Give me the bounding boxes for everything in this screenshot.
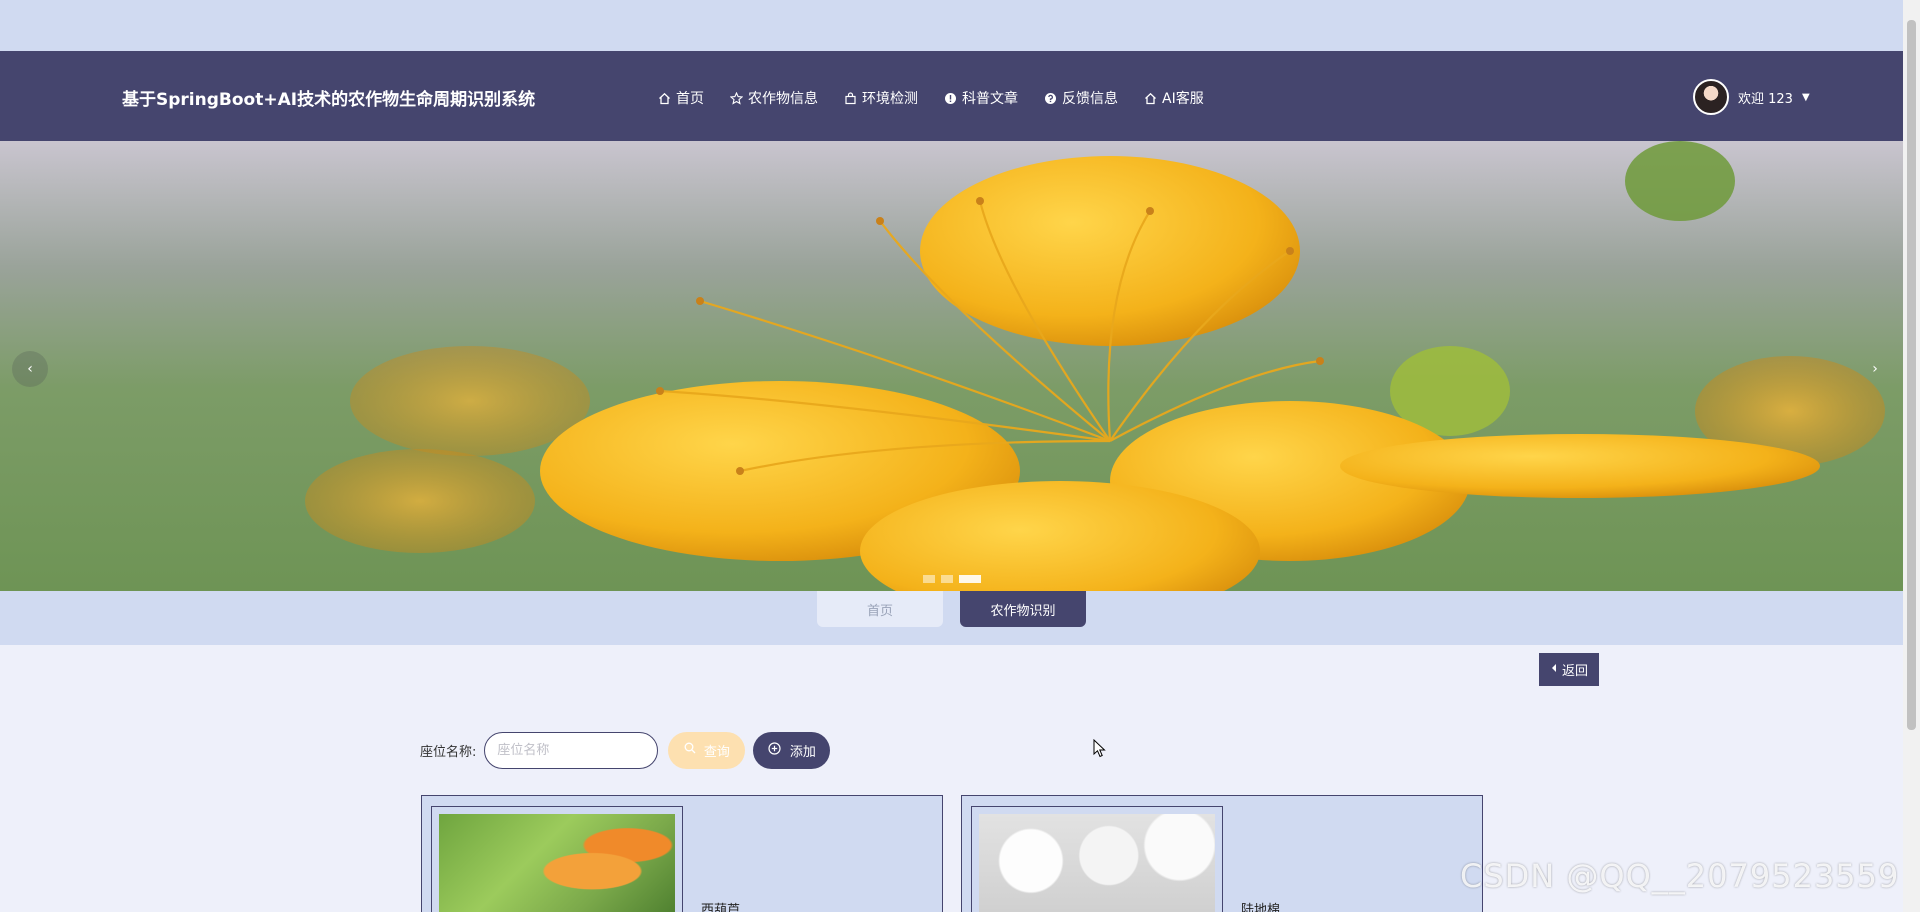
- nav-item-home[interactable]: 首页: [658, 88, 704, 108]
- crop-image: [979, 814, 1215, 912]
- caret-down-icon[interactable]: ▼: [1802, 92, 1810, 103]
- home-icon: [1144, 92, 1157, 105]
- hero-carousel: ‹ ›: [0, 141, 1903, 591]
- carousel-indicators: [923, 575, 981, 583]
- nav-item-label: 反馈信息: [1062, 91, 1118, 107]
- nav-item-ai-service[interactable]: AI客服: [1144, 88, 1204, 108]
- nav-item-articles[interactable]: 科普文章: [944, 88, 1018, 108]
- caret-left-icon: [1550, 662, 1558, 677]
- bag-icon: [844, 91, 857, 105]
- carousel-next-button[interactable]: ›: [1857, 351, 1893, 387]
- carousel-dot-active[interactable]: [959, 575, 981, 583]
- search-label: 座位名称:: [420, 744, 477, 760]
- carousel-dot[interactable]: [923, 575, 935, 583]
- back-button-label: 返回: [1561, 664, 1588, 679]
- tabs-band: 首页 农作物识别: [0, 591, 1903, 645]
- help-icon: [1044, 92, 1057, 105]
- info-icon: [944, 92, 957, 105]
- query-button-label: 查询: [703, 744, 730, 760]
- tab-home[interactable]: 首页: [817, 591, 943, 627]
- vertical-scrollbar[interactable]: [1903, 0, 1920, 912]
- mouse-cursor-icon: [1093, 738, 1107, 763]
- crop-image-frame: [971, 806, 1223, 912]
- crop-name: 陆地棉: [1241, 903, 1281, 912]
- query-button[interactable]: 查询: [668, 731, 746, 769]
- nav-item-label: 首页: [676, 91, 704, 107]
- search-input[interactable]: [484, 731, 659, 769]
- site-title: 基于SpringBoot+AI技术的农作物生命周期识别系统: [122, 90, 536, 110]
- user-menu[interactable]: 欢迎 123 ▼: [1693, 79, 1810, 115]
- top-strip: [0, 0, 1903, 51]
- welcome-text: 欢迎 123: [1738, 91, 1793, 107]
- crop-name: 西葫芦: [701, 903, 741, 912]
- scrollbar-thumb[interactable]: [1907, 20, 1916, 730]
- crop-card[interactable]: 陆地棉: [961, 795, 1483, 912]
- csdn-watermark: CSDN @QQ__2079523559: [1460, 857, 1900, 895]
- nav-item-label: 科普文章: [962, 91, 1018, 107]
- back-button[interactable]: 返回: [1539, 653, 1599, 686]
- nav-item-label: 农作物信息: [748, 91, 818, 107]
- home-icon: [658, 92, 671, 105]
- search-icon: [684, 742, 696, 758]
- crop-image-frame: [431, 806, 683, 912]
- add-button[interactable]: 添加: [753, 731, 831, 769]
- flower-banner-image: [305, 141, 1885, 591]
- carousel-prev-button[interactable]: ‹: [12, 351, 48, 387]
- crop-image: [439, 814, 675, 912]
- site-header: 基于SpringBoot+AI技术的农作物生命周期识别系统 首页 农作物信息 环…: [0, 51, 1903, 141]
- search-bar: 座位名称: 查询 添加: [420, 731, 831, 769]
- tab-crop-recognition[interactable]: 农作物识别: [960, 591, 1086, 627]
- nav-item-label: AI客服: [1162, 91, 1204, 107]
- carousel-dot[interactable]: [941, 575, 953, 583]
- main-nav: 首页 农作物信息 环境检测 科普文章 反馈信息 AI客服: [658, 88, 1204, 108]
- avatar[interactable]: [1693, 79, 1729, 115]
- nav-item-environment[interactable]: 环境检测: [844, 88, 918, 108]
- plus-circle-icon: [768, 741, 781, 759]
- nav-item-crop-info[interactable]: 农作物信息: [730, 88, 818, 108]
- add-button-label: 添加: [789, 744, 816, 760]
- crop-card[interactable]: 西葫芦: [421, 795, 943, 912]
- star-icon: [730, 91, 743, 105]
- nav-item-feedback[interactable]: 反馈信息: [1044, 88, 1118, 108]
- nav-item-label: 环境检测: [862, 91, 918, 107]
